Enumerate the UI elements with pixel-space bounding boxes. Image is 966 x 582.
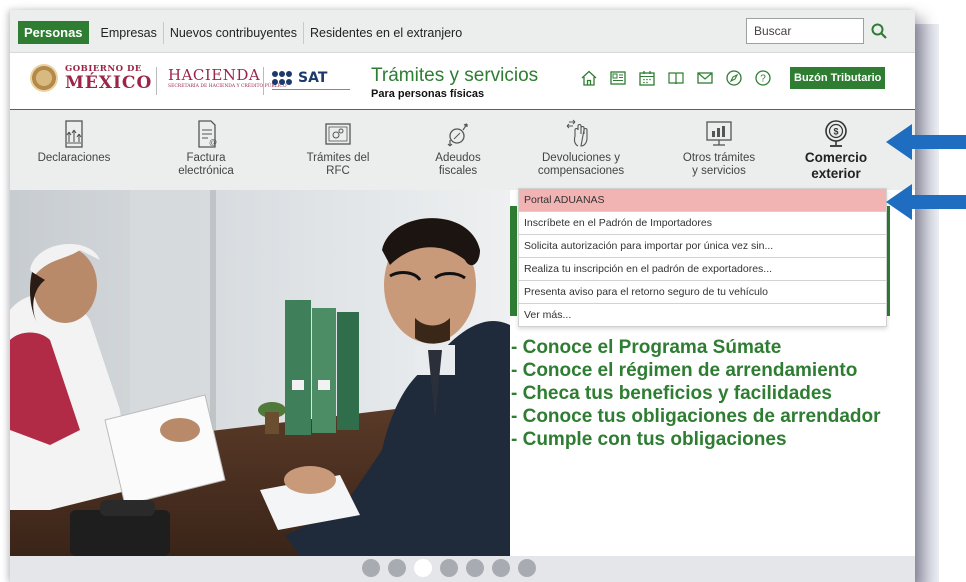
audience-tabs: Personas Empresas Nuevos contribuyentes … bbox=[18, 21, 468, 44]
carousel-dot[interactable] bbox=[362, 559, 380, 577]
buzon-tributario-button[interactable]: Buzón Tributario bbox=[790, 67, 886, 89]
carousel-dot-active[interactable] bbox=[414, 559, 432, 577]
newspaper-icon[interactable] bbox=[607, 67, 628, 88]
home-icon[interactable] bbox=[578, 67, 599, 88]
hero-line: - Checa tus beneficios y facilidades bbox=[511, 383, 832, 404]
annotation-arrow-left-icon bbox=[886, 184, 966, 220]
hacienda-subtext: SECRETARÍA DE HACIENDA Y CRÉDITO PÚBLICO bbox=[168, 84, 287, 89]
hero-line: - Conoce tus obligaciones de arrendador bbox=[511, 406, 881, 427]
mail-icon[interactable] bbox=[694, 67, 715, 88]
compass-icon[interactable] bbox=[723, 67, 744, 88]
page-shadow bbox=[915, 24, 939, 582]
hero-text-list: - Conoce el Programa Súmate - Conoce el … bbox=[511, 336, 881, 451]
divider bbox=[263, 67, 264, 95]
category-factura-electronica[interactable]: @ Factura electrónica bbox=[150, 110, 262, 190]
carousel-bar bbox=[10, 556, 915, 582]
hacienda-text: HACIENDA bbox=[168, 66, 261, 84]
search-icon[interactable] bbox=[866, 18, 892, 44]
tab-nuevos-contribuyentes[interactable]: Nuevos contribuyentes bbox=[164, 21, 304, 44]
carousel-dot[interactable] bbox=[466, 559, 484, 577]
svg-text:@: @ bbox=[209, 138, 217, 147]
category-label: Adeudos fiscales bbox=[435, 152, 481, 177]
tab-residentes-extranjero[interactable]: Residentes en el extranjero bbox=[304, 22, 468, 44]
tab-empresas[interactable]: Empresas bbox=[95, 21, 164, 44]
hacienda-logo[interactable]: HACIENDA SECRETARÍA DE HACIENDA Y CRÉDIT… bbox=[168, 66, 287, 90]
menu-item-padron-exportadores[interactable]: Realiza tu inscripción en el padrón de e… bbox=[519, 258, 886, 281]
category-label: Trámites del RFC bbox=[306, 152, 370, 177]
sat-underline bbox=[272, 89, 350, 90]
site-header: GOBIERNO DE MÉXICO HACIENDA SECRETARÍA D… bbox=[10, 53, 915, 110]
svg-text:?: ? bbox=[760, 73, 766, 84]
adeudos-icon bbox=[447, 123, 468, 147]
gobierno-mexico-logo[interactable]: GOBIERNO DE MÉXICO bbox=[65, 64, 152, 93]
category-label: Otros trámites y servicios bbox=[682, 152, 756, 177]
page-subtitle: Para personas físicas bbox=[371, 88, 485, 100]
category-declaraciones[interactable]: Declaraciones bbox=[18, 110, 130, 190]
category-devoluciones[interactable]: Devoluciones y compensaciones bbox=[515, 110, 647, 190]
gob-big-text: MÉXICO bbox=[65, 73, 153, 93]
carousel-dot[interactable] bbox=[388, 559, 406, 577]
devoluciones-icon bbox=[566, 119, 588, 147]
top-navigation: Personas Empresas Nuevos contribuyentes … bbox=[10, 10, 915, 53]
hero-photo bbox=[10, 190, 510, 556]
globe-dollar-icon: $ bbox=[825, 120, 847, 147]
sat-text: SAT bbox=[298, 70, 328, 86]
menu-item-ver-mas[interactable]: Ver más... bbox=[519, 304, 886, 326]
calendar-icon[interactable] bbox=[636, 67, 657, 88]
category-label: Comercio exterior bbox=[804, 150, 868, 181]
sat-dots-icon bbox=[272, 71, 294, 85]
hero-line: - Conoce el Programa Súmate bbox=[511, 337, 782, 358]
browser-page: Personas Empresas Nuevos contribuyentes … bbox=[10, 10, 915, 582]
rfc-icon bbox=[325, 123, 351, 145]
svg-text:$: $ bbox=[833, 127, 838, 137]
menu-item-portal-aduanas[interactable]: Portal ADUANAS bbox=[519, 189, 886, 212]
declaraciones-icon bbox=[65, 120, 83, 148]
help-icon[interactable]: ? bbox=[752, 67, 773, 88]
menu-item-retorno-vehiculo[interactable]: Presenta aviso para el retorno seguro de… bbox=[519, 281, 886, 304]
category-tramites-rfc[interactable]: Trámites del RFC bbox=[282, 110, 394, 190]
annotation-arrow-left-icon bbox=[886, 124, 966, 160]
category-otros-tramites[interactable]: Otros trámites y servicios bbox=[658, 110, 780, 190]
category-label: Factura electrónica bbox=[178, 152, 234, 177]
category-navigation: Declaraciones @ Factura electrónica Trámi… bbox=[10, 110, 915, 190]
menu-item-padron-importadores[interactable]: Inscríbete en el Padrón de Importadores bbox=[519, 212, 886, 235]
category-label: Devoluciones y compensaciones bbox=[537, 152, 625, 177]
carousel-dot[interactable] bbox=[518, 559, 536, 577]
accent-bar bbox=[510, 206, 517, 316]
carousel-dot[interactable] bbox=[492, 559, 510, 577]
factura-icon: @ bbox=[198, 120, 217, 148]
search-input[interactable]: Buscar bbox=[746, 18, 864, 44]
sat-logo[interactable]: SAT bbox=[272, 70, 327, 86]
category-label: Declaraciones bbox=[37, 152, 111, 164]
comercio-exterior-dropdown: Portal ADUANAS Inscríbete en el Padrón d… bbox=[518, 188, 887, 327]
otros-tramites-icon bbox=[706, 121, 732, 146]
gobierno-seal-logo[interactable] bbox=[30, 64, 58, 92]
carousel-dot[interactable] bbox=[440, 559, 458, 577]
menu-item-importar-unica-vez[interactable]: Solicita autorización para importar por … bbox=[519, 235, 886, 258]
hero-line: - Conoce el régimen de arrendamiento bbox=[511, 360, 858, 381]
category-comercio-exterior[interactable]: $ Comercio exterior bbox=[786, 110, 886, 190]
category-adeudos-fiscales[interactable]: Adeudos fiscales bbox=[402, 110, 514, 190]
carousel-dots bbox=[362, 559, 536, 577]
book-icon[interactable] bbox=[665, 67, 686, 88]
tab-personas[interactable]: Personas bbox=[18, 21, 89, 44]
divider bbox=[156, 67, 157, 95]
page-title: Trámites y servicios bbox=[371, 65, 539, 86]
header-icon-bar: ? bbox=[578, 67, 773, 88]
hero-line: - Cumple con tus obligaciones bbox=[511, 429, 787, 450]
